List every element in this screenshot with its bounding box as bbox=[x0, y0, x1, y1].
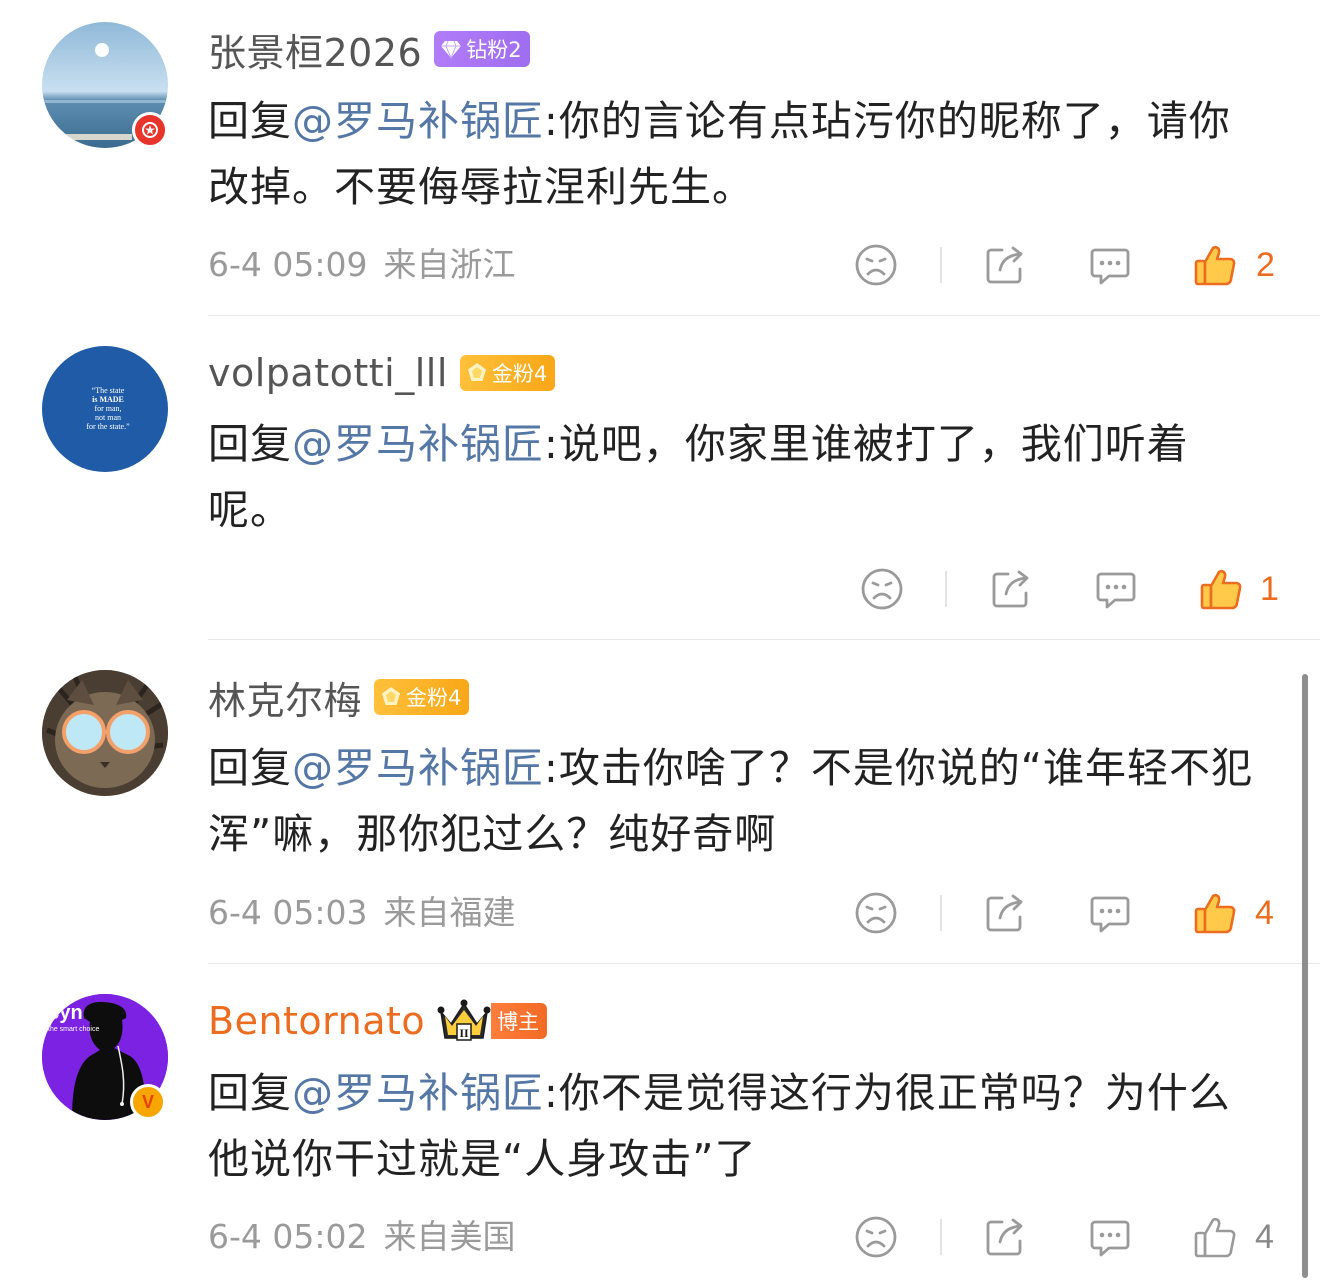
verified-v-label: V bbox=[141, 1091, 154, 1112]
name-row: 张景桓2026 钻粉2 bbox=[208, 26, 530, 75]
like-count: 4 bbox=[1255, 1218, 1274, 1256]
crown-icon: II bbox=[437, 999, 491, 1041]
name-row: Bentornato II 博主 bbox=[208, 998, 548, 1044]
dislike-face-icon[interactable] bbox=[859, 566, 905, 612]
like-count: 1 bbox=[1260, 570, 1279, 608]
avatar[interactable]: “The state is MADE for man, not man for … bbox=[42, 346, 168, 472]
like-count: 2 bbox=[1256, 246, 1275, 284]
avatar-quote-line: not man bbox=[95, 413, 121, 422]
separator bbox=[945, 571, 947, 607]
fan-badge[interactable]: 钻粉2 bbox=[434, 31, 530, 67]
badge-label: 钻粉2 bbox=[466, 38, 522, 62]
action-bar: 4 bbox=[0, 890, 1320, 940]
username[interactable]: 张景桓2026 bbox=[208, 22, 422, 77]
diamond-icon bbox=[439, 37, 463, 61]
avatar-quote-line: for man, bbox=[94, 404, 122, 413]
separator bbox=[940, 895, 942, 931]
comment-text: 回复@罗马补锅匠:说吧，你家里谁被打了，我们听着呢。 bbox=[208, 411, 1268, 543]
divider bbox=[208, 963, 1320, 964]
badge-label: 金粉4 bbox=[406, 686, 462, 710]
like-thumb-icon[interactable] bbox=[1192, 242, 1238, 288]
share-icon[interactable] bbox=[982, 1214, 1028, 1260]
divider bbox=[208, 639, 1320, 640]
comment-text: 回复@罗马补锅匠:你的言论有点玷污你的昵称了，请你改掉。不要侮辱拉涅利先生。 bbox=[208, 88, 1268, 220]
dislike-face-icon[interactable] bbox=[853, 890, 899, 936]
separator bbox=[940, 1219, 942, 1255]
mention-link[interactable]: @罗马补锅匠 bbox=[292, 420, 544, 468]
action-bar: 2 bbox=[0, 242, 1320, 292]
avatar-quote-line: “The state bbox=[91, 386, 125, 395]
comment-text: 回复@罗马补锅匠:你不是觉得这行为很正常吗？为什么他说你干过就是“人身攻击”了 bbox=[208, 1060, 1268, 1192]
username[interactable]: volpatotti_lll bbox=[208, 351, 448, 395]
crown-level: II bbox=[459, 1026, 469, 1040]
avatar-quote-line: is MADE bbox=[92, 395, 124, 404]
name-row: volpatotti_lll 金粉4 bbox=[208, 350, 556, 396]
mention-link[interactable]: @罗马补锅匠 bbox=[292, 97, 544, 145]
like-count: 4 bbox=[1255, 894, 1274, 932]
gold-gem-icon bbox=[379, 685, 403, 709]
comment-icon[interactable] bbox=[1087, 890, 1133, 936]
badge-label: 博主 bbox=[497, 1010, 540, 1034]
scrollbar[interactable] bbox=[1302, 674, 1308, 1278]
username[interactable]: Bentornato bbox=[208, 999, 425, 1043]
comment-icon[interactable] bbox=[1093, 566, 1139, 612]
comment-icon[interactable] bbox=[1087, 242, 1133, 288]
verified-v-badge-icon: V bbox=[130, 1084, 166, 1120]
share-icon[interactable] bbox=[988, 566, 1034, 612]
mention-link[interactable]: @罗马补锅匠 bbox=[292, 1069, 544, 1117]
separator bbox=[940, 247, 942, 283]
dislike-face-icon[interactable] bbox=[853, 242, 899, 288]
reply-prefix: 回复 bbox=[208, 97, 292, 145]
comment-icon[interactable] bbox=[1087, 1214, 1133, 1260]
comment-text: 回复@罗马补锅匠:攻击你啥了？不是你说的“谁年轻不犯浑”嘛，那你犯过么？纯好奇啊 bbox=[208, 735, 1268, 867]
like-thumb-icon[interactable] bbox=[1198, 566, 1244, 612]
dislike-face-icon[interactable] bbox=[853, 1214, 899, 1260]
author-badge[interactable]: 博主 bbox=[491, 1003, 548, 1039]
share-icon[interactable] bbox=[982, 890, 1028, 936]
avatar-brand-text: Syn bbox=[46, 1002, 83, 1024]
username[interactable]: 林克尔梅 bbox=[208, 670, 362, 725]
like-thumb-icon[interactable] bbox=[1192, 890, 1238, 936]
verified-badge-icon bbox=[132, 112, 168, 148]
name-row: 林克尔梅 金粉4 bbox=[208, 674, 470, 723]
badge-label: 金粉4 bbox=[491, 362, 548, 386]
avatar-quote-line: for the state.” bbox=[86, 422, 130, 431]
share-icon[interactable] bbox=[982, 242, 1028, 288]
reply-prefix: 回复 bbox=[208, 744, 292, 792]
action-bar: 4 bbox=[0, 1214, 1320, 1264]
fan-badge[interactable]: 金粉4 bbox=[459, 355, 556, 391]
reply-prefix: 回复 bbox=[208, 420, 292, 468]
avatar[interactable] bbox=[42, 670, 168, 796]
avatar-brand-subtext: the smart choice bbox=[48, 1026, 100, 1033]
gold-gem-icon bbox=[465, 361, 489, 385]
fan-badge[interactable]: 金粉4 bbox=[374, 679, 470, 715]
action-bar: 1 bbox=[0, 566, 1320, 616]
reply-prefix: 回复 bbox=[208, 1069, 292, 1117]
divider bbox=[208, 315, 1320, 316]
mention-link[interactable]: @罗马补锅匠 bbox=[292, 744, 544, 792]
like-thumb-icon[interactable] bbox=[1192, 1214, 1238, 1260]
